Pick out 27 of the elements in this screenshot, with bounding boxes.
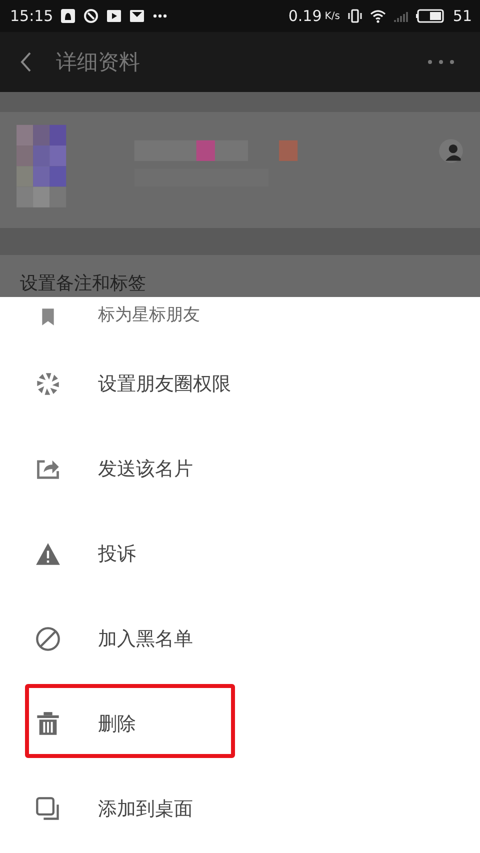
clock: 15:15 — [10, 7, 54, 25]
mail-icon — [129, 8, 146, 24]
menu-item[interactable]: 删除 — [0, 681, 480, 766]
network-speed: 0.19 — [288, 7, 322, 25]
play-icon — [106, 8, 122, 24]
person-icon[interactable] — [438, 138, 464, 164]
vibrate-icon — [346, 8, 363, 24]
menu-item[interactable]: 设置朋友圈权限 — [0, 341, 480, 426]
trash-icon — [35, 710, 61, 736]
page-title: 详细资料 — [56, 49, 140, 76]
block-icon — [35, 626, 61, 652]
back-icon[interactable] — [20, 51, 32, 73]
menu-item[interactable]: 标为星标朋友 — [0, 297, 480, 341]
warning-icon — [35, 540, 61, 566]
add-to-desktop-icon — [35, 796, 61, 822]
notification-icon — [60, 8, 76, 24]
aperture-icon — [35, 370, 61, 396]
speed-unit: K/s — [324, 10, 340, 22]
menu-item[interactable]: 投诉 — [0, 511, 480, 596]
more-icon[interactable] — [426, 58, 456, 66]
menu-item[interactable]: 添加到桌面 — [0, 766, 480, 851]
battery-icon — [416, 8, 446, 24]
battery-percent: 51 — [452, 7, 472, 25]
wifi-icon — [370, 8, 386, 24]
section-label: 设置备注和标签 — [20, 272, 146, 295]
menu-item[interactable]: 发送该名片 — [0, 426, 480, 511]
menu-item[interactable]: 加入黑名单 — [0, 596, 480, 681]
